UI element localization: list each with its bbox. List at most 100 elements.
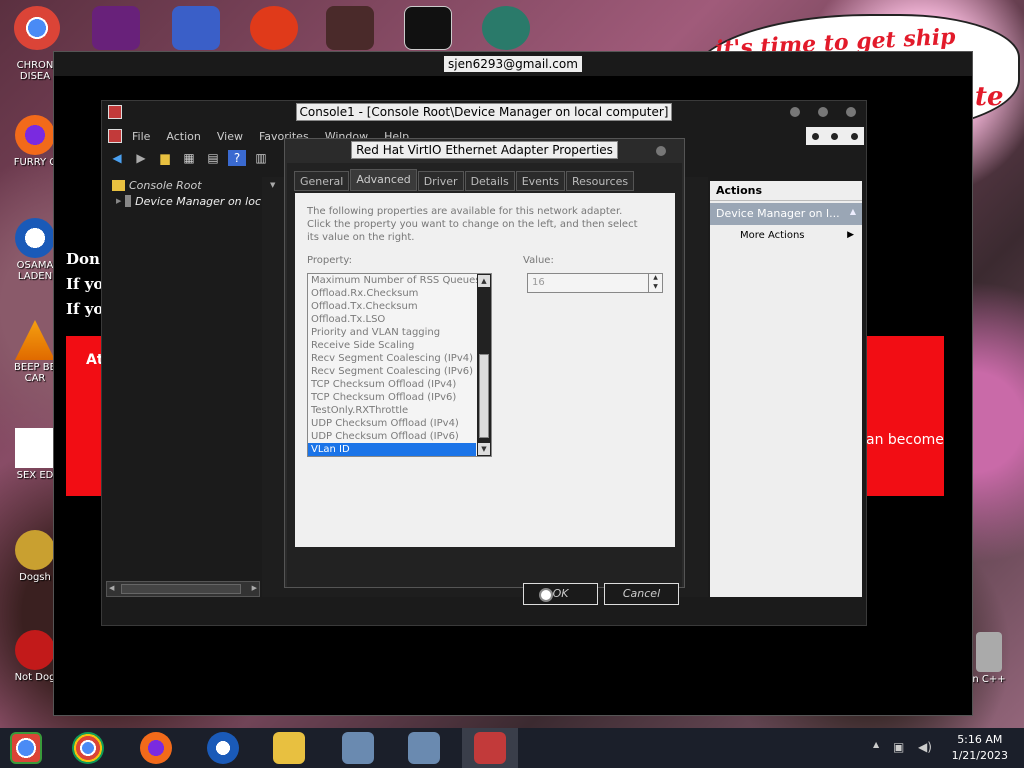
collapse-arrow-icon[interactable]: ▼ [270,181,275,189]
help-icon[interactable]: ? [228,150,246,166]
mdi-restore-button[interactable] [831,132,839,140]
folder-icon [112,179,125,191]
menu-view[interactable]: View [217,130,243,143]
property-list-item[interactable]: Recv Segment Coalescing (IPv6) [308,365,476,378]
minimize-button[interactable] [790,107,800,117]
tray-volume-icon[interactable]: ◀) [918,740,932,754]
visual-studio-icon[interactable] [92,6,140,50]
back-arrow-icon[interactable]: ◀ [108,150,126,166]
console-tree: Console Root ▶ Device Manager on loc [106,177,261,597]
remote-window-titlebar[interactable]: sjen6293@gmail.com [54,52,972,76]
busy-cursor-icon [539,588,553,602]
scroll-up-icon[interactable]: ▲ [478,275,490,287]
property-list-item[interactable]: Offload.Rx.Checksum [308,287,476,300]
property-list-item[interactable]: UDP Checksum Offload (IPv4) [308,417,476,430]
taskbar-file-explorer-icon[interactable] [273,732,305,764]
property-list-item[interactable]: Priority and VLAN tagging [308,326,476,339]
value-spinbox[interactable]: 16 ▲ ▼ [527,273,663,293]
tree-console-root-label: Console Root [129,178,202,192]
mmc-app-icon[interactable] [108,105,122,119]
menu-action[interactable]: Action [166,130,200,143]
property-list-item[interactable]: Offload.Tx.Checksum [308,300,476,313]
menu-file[interactable]: File [132,130,150,143]
tab-advanced[interactable]: Advanced [350,169,417,191]
spin-up-icon[interactable]: ▲ [648,274,662,283]
value-label: Value: [523,255,554,266]
scroll-down-icon[interactable]: ▼ [478,443,490,455]
scroll-left-icon[interactable]: ◀ [109,584,114,592]
property-list-scroll-thumb[interactable] [479,354,489,438]
taskbar-firefox-icon[interactable] [140,732,172,764]
tree-horizontal-scrollbar[interactable]: ◀ ▶ [106,581,260,597]
property-list-item[interactable]: Offload.Tx.LSO [308,313,476,326]
mdi-close-button[interactable] [850,132,858,140]
cancel-button[interactable]: Cancel [604,583,679,605]
app-santa-icon[interactable] [482,6,530,50]
tree-item-console-root[interactable]: Console Root [106,177,261,193]
tray-expand-icon[interactable]: ▲ [873,740,879,749]
ok-button[interactable]: OK [523,583,598,605]
taskbar-network-icon-1[interactable] [342,732,374,764]
tab-resources[interactable]: Resources [565,171,635,191]
actions-section[interactable]: Device Manager on l... ▲ [710,203,862,225]
property-list-item[interactable]: Recv Segment Coalescing (IPv4) [308,352,476,365]
actions-more-actions[interactable]: More Actions ▶ [710,225,862,247]
properties-dialog: Red Hat VirtIO Ethernet Adapter Properti… [284,138,685,605]
app-2-icon[interactable] [172,6,220,50]
chrome-icon[interactable] [14,6,60,50]
properties-icon[interactable]: ▤ [204,150,222,166]
tab-events[interactable]: Events [515,171,565,191]
maximize-button[interactable] [818,107,828,117]
tab-general[interactable]: General [294,171,350,191]
expand-arrow-icon[interactable]: ▶ [116,197,121,205]
clock-time: 5:16 AM [957,733,1003,746]
tab-driver[interactable]: Driver [417,171,464,191]
property-list-item[interactable]: TestOnly.RXThrottle [308,404,476,417]
dialog-tabs: General Advanced Driver Details Events R… [294,169,635,191]
property-list-item[interactable]: Maximum Number of RSS Queues [308,274,481,287]
app-p-icon[interactable] [250,6,298,50]
taskbar-obama-icon[interactable] [207,732,239,764]
show-action-pane-icon[interactable]: ▥ [252,150,270,166]
property-list-item[interactable]: UDP Checksum Offload (IPv6) [308,430,476,443]
tree-item-device-manager[interactable]: ▶ Device Manager on loc [106,193,261,209]
page-line-3: If yo [66,300,104,318]
close-button[interactable] [846,107,856,117]
dialog-body: General Advanced Driver Details Events R… [287,163,682,605]
scroll-thumb[interactable] [121,584,241,594]
taskbar-clock[interactable]: 5:16 AM 1/21/2023 [952,732,1008,764]
tab-details[interactable]: Details [464,171,515,191]
advanced-tab-panel: The following properties are available f… [293,191,677,549]
page-line-1: Don' [66,250,105,268]
mmc-titlebar[interactable]: Console1 - [Console Root\Device Manager … [102,101,866,125]
taskbar-mmc-icon[interactable] [474,732,506,764]
taskbar-app-icon-1[interactable] [10,732,42,764]
property-list-item[interactable]: VLan ID [308,443,476,456]
mdi-minimize-button[interactable] [812,132,820,140]
property-list-item[interactable]: TCP Checksum Offload (IPv4) [308,378,476,391]
spin-down-icon[interactable]: ▼ [648,283,662,292]
value-field[interactable]: 16 [532,277,545,288]
clock-date: 1/21/2023 [951,749,1008,762]
recycle-bin-icon [976,632,1002,672]
device-manager-icon [125,195,132,207]
cmd-icon[interactable] [404,6,452,50]
collapse-section-icon[interactable]: ▲ [850,207,856,221]
property-list-scrollbar[interactable]: ▲ ▼ [477,274,491,456]
show-tree-icon[interactable]: ▦ [180,150,198,166]
tray-network-icon[interactable]: ▣ [893,740,904,754]
scroll-right-icon[interactable]: ▶ [252,584,257,592]
property-list-item[interactable]: TCP Checksum Offload (IPv6) [308,391,476,404]
dialog-close-button[interactable] [656,146,666,156]
mmc-doc-icon[interactable] [108,129,122,143]
remote-window-title: sjen6293@gmail.com [444,56,582,72]
property-label: Property: [307,255,352,266]
taskbar-chrome-icon[interactable] [72,732,104,764]
taskbar-network-icon-2[interactable] [408,732,440,764]
forward-arrow-icon[interactable]: ▶ [132,150,150,166]
app-v-icon[interactable] [326,6,374,50]
property-list-item[interactable]: Receive Side Scaling [308,339,476,352]
up-folder-icon[interactable]: ▆ [156,150,174,166]
property-listbox[interactable]: Maximum Number of RSS Queues Offload.Rx.C… [307,273,492,457]
dialog-titlebar[interactable]: Red Hat VirtIO Ethernet Adapter Properti… [285,139,684,163]
